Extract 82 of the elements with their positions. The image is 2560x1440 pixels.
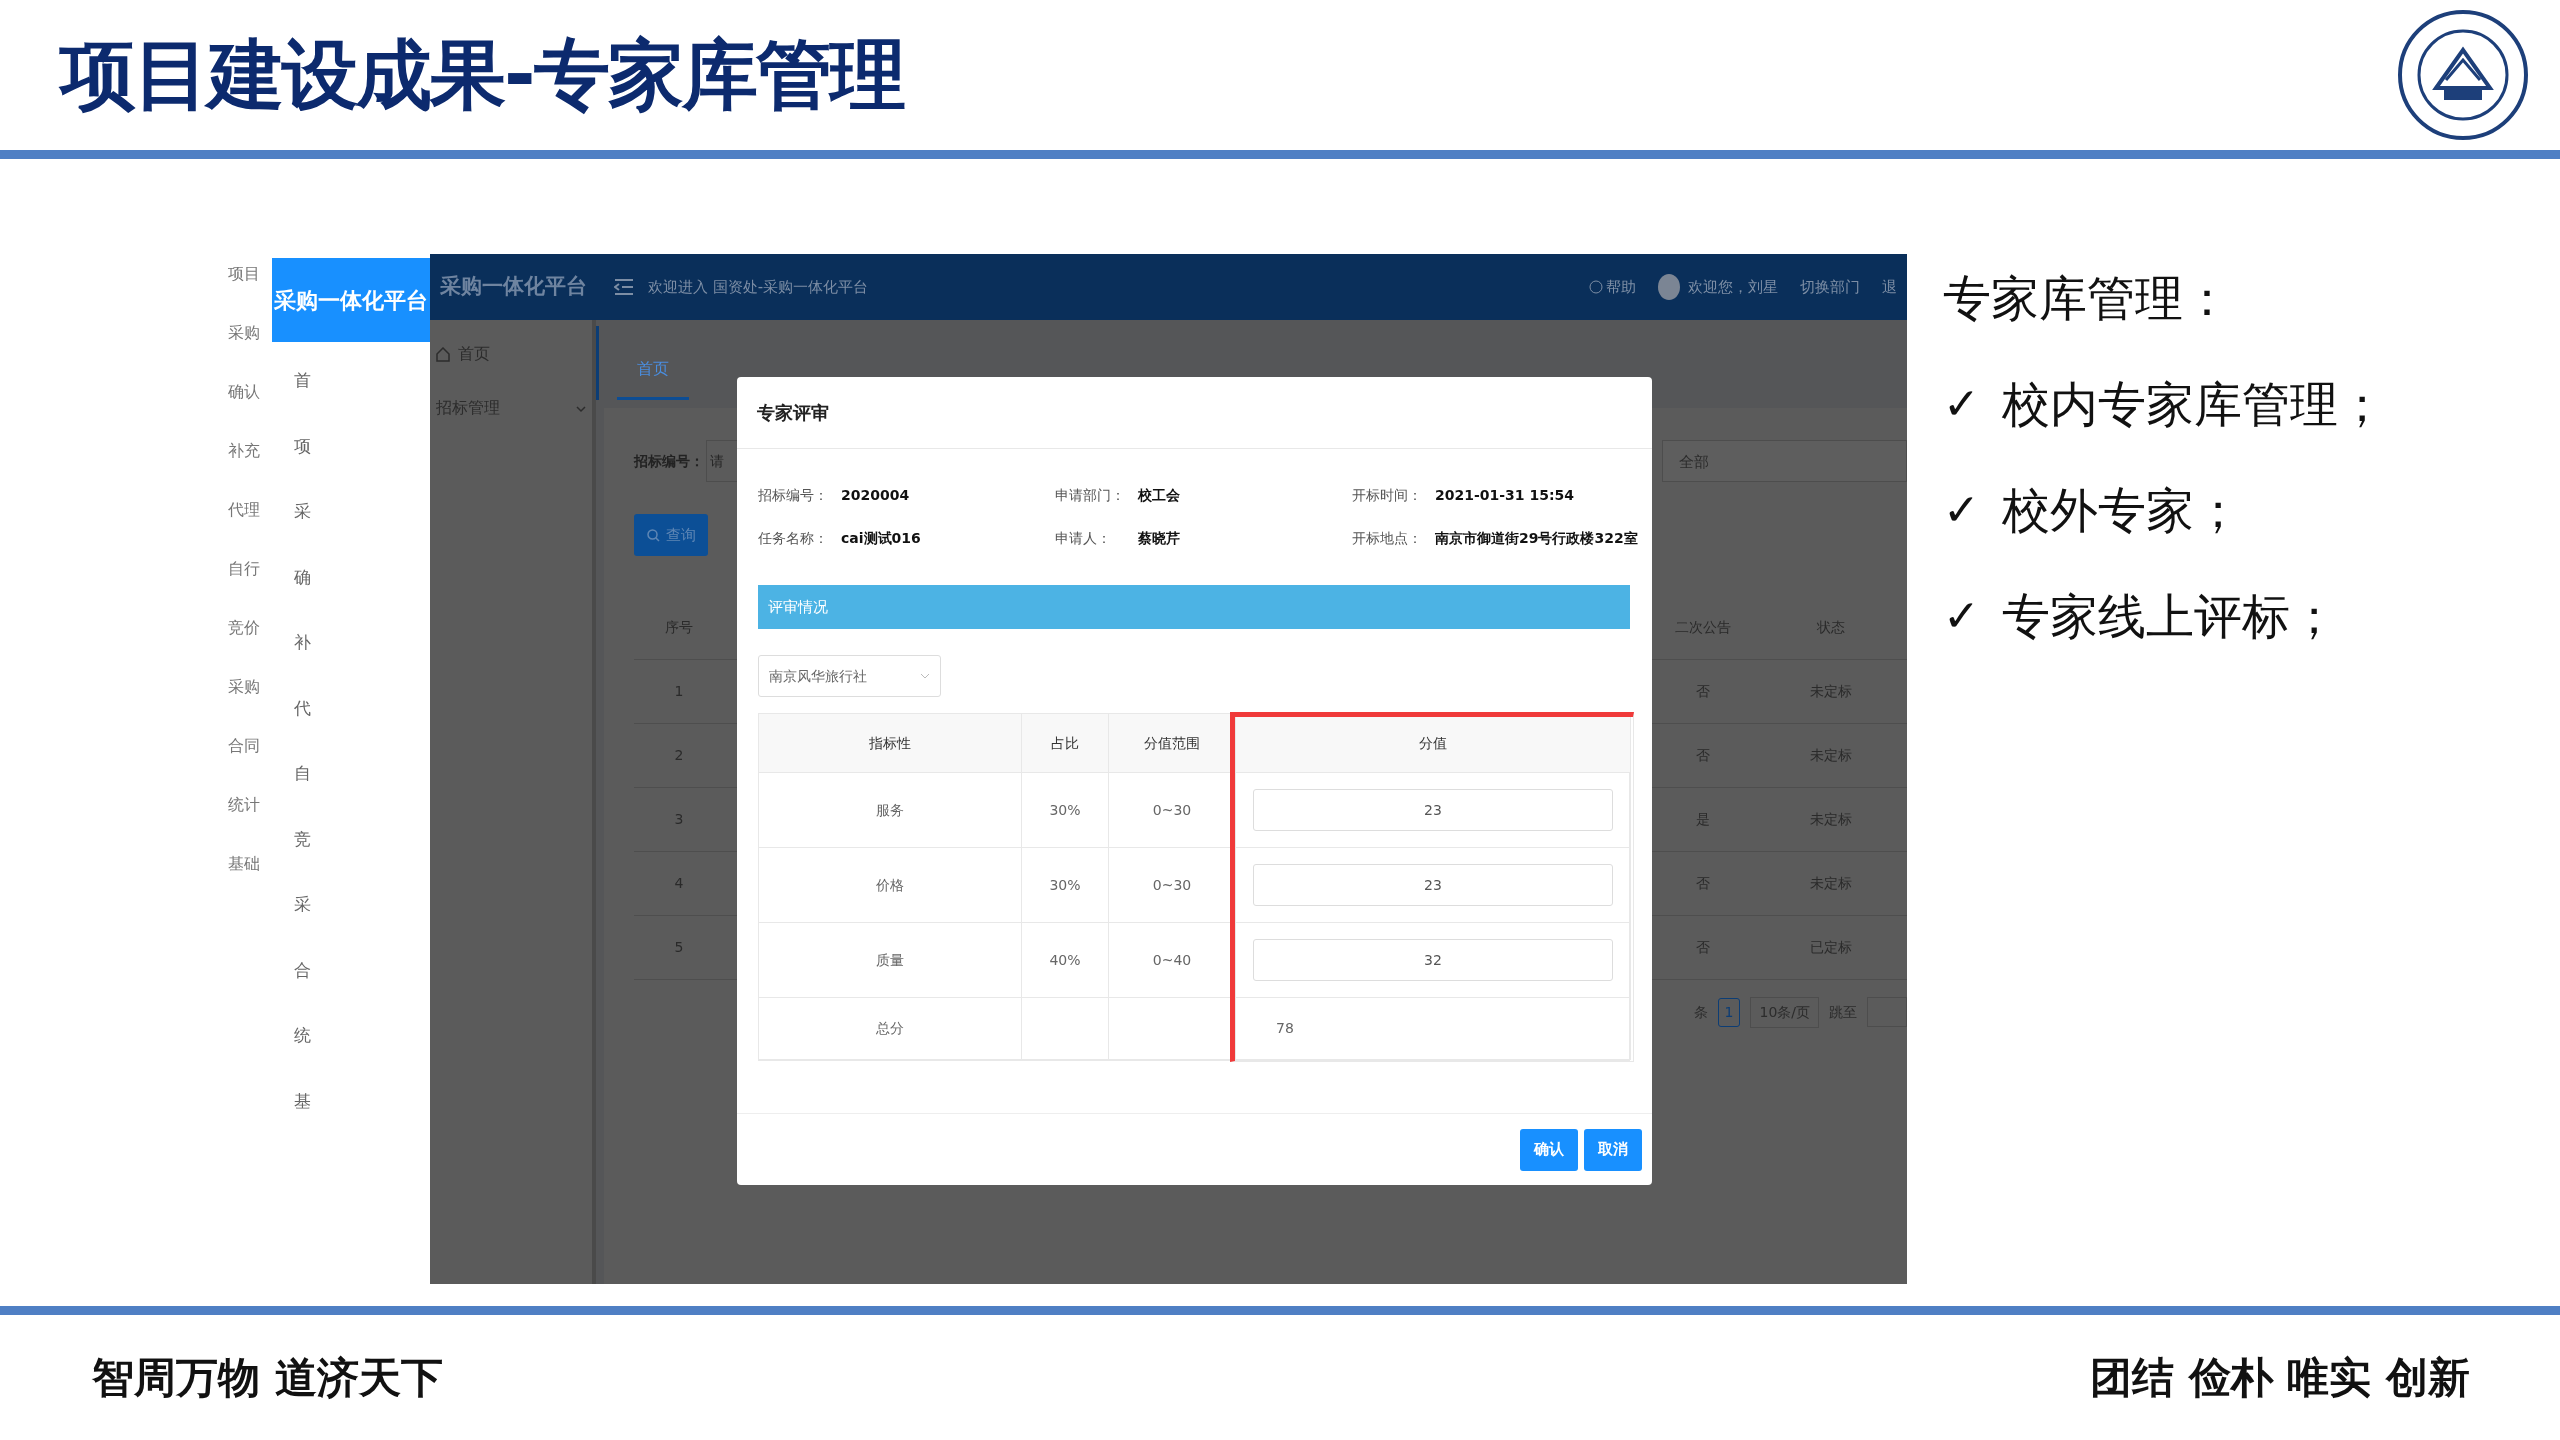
menu-item[interactable]: 首: [294, 368, 430, 394]
menu-item[interactable]: 代理: [228, 498, 272, 522]
welcome-text: 欢迎进入 国资处-采购一体化平台: [648, 276, 869, 298]
menu-item[interactable]: 采: [294, 892, 430, 918]
menu-item[interactable]: 统: [294, 1023, 430, 1049]
field-label: 开标时间：: [1352, 486, 1423, 505]
table-cell: 30%: [1022, 773, 1109, 848]
menu-item[interactable]: 项: [294, 433, 430, 459]
search-icon: [646, 528, 660, 542]
menu-item[interactable]: 采: [294, 499, 430, 525]
column-header: 分值范围: [1109, 714, 1236, 773]
column-header: 占比: [1022, 714, 1109, 773]
score-field[interactable]: 32: [1253, 939, 1613, 981]
bullet-text: 专家线上评标；: [2002, 587, 2338, 646]
jump-field[interactable]: [1867, 997, 1907, 1027]
field-value: 2020004: [841, 486, 911, 505]
check-mark: ✓: [1943, 589, 1980, 643]
check-mark: ✓: [1943, 377, 1980, 431]
bullet-text: 校外专家；: [2002, 481, 2242, 540]
field-label: 开标地点：: [1352, 529, 1423, 548]
score-field[interactable]: 23: [1253, 789, 1613, 831]
dialog-button[interactable]: 确认: [1520, 1128, 1578, 1171]
field-label: 申请人：: [1055, 529, 1112, 548]
menu-item[interactable]: 基: [294, 1088, 430, 1114]
field-value: 校工会: [1138, 486, 1181, 505]
table-cell-text: 78: [1276, 1019, 1294, 1038]
bullet-text: 校内专家库管理；: [2002, 375, 2386, 434]
menu-item[interactable]: 项目: [228, 262, 272, 286]
table-cell: 价格: [759, 848, 1022, 923]
motto: 智周万物 道济天下: [92, 1352, 443, 1404]
field-label: 招标编号：: [758, 486, 829, 505]
chevron-icon: [920, 673, 930, 680]
motto: 团结 俭朴 唯实 创新: [2090, 1352, 2470, 1404]
menu-item[interactable]: 确: [294, 564, 430, 590]
menu-item[interactable]: 自: [294, 761, 430, 787]
table-cell: 质量: [759, 923, 1022, 998]
field-value: 蔡晓芹: [1138, 529, 1181, 548]
menu-item[interactable]: 竞价: [228, 616, 272, 640]
home-icon: [436, 346, 450, 362]
field-label: 任务名称：: [758, 529, 829, 548]
menu-item[interactable]: 自行: [228, 557, 272, 581]
column-header: 指标性: [759, 714, 1022, 773]
section-header: 评审情况: [758, 585, 1630, 629]
logout-link[interactable]: 退: [1882, 275, 1897, 299]
slide-title: 项目建设成果-专家库管理: [60, 29, 904, 121]
menu-item[interactable]: 补: [294, 630, 430, 656]
menu-item[interactable]: 基础: [228, 852, 272, 876]
field-label: 申请部门：: [1055, 486, 1126, 505]
menu-item[interactable]: 统计: [228, 793, 272, 817]
supplier-select[interactable]: 南京风华旅行社: [758, 655, 941, 697]
menu-item[interactable]: 确认: [228, 380, 272, 404]
field-value: cai测试016: [841, 529, 922, 548]
points-heading: 专家库管理：: [1943, 269, 2232, 328]
field-label: 招标编号：: [634, 451, 704, 471]
chevron-icon: [576, 404, 586, 413]
field-value: 南京市御道街29号行政楼322室: [1435, 529, 1639, 548]
menu-item[interactable]: 合: [294, 957, 430, 983]
help-icon: [1589, 279, 1603, 294]
menu-item[interactable]: 采购: [228, 321, 272, 345]
menu-item[interactable]: 竞: [294, 826, 430, 852]
score-field[interactable]: 23: [1253, 864, 1613, 906]
avatar-icon: [1658, 274, 1680, 300]
menu-item[interactable]: 合同: [228, 734, 272, 758]
field-value: 2021-01-31 15:54: [1435, 486, 1575, 505]
dialog-button[interactable]: 取消: [1584, 1128, 1642, 1171]
column-header: 分值: [1236, 714, 1631, 773]
help-link[interactable]: 帮助: [1589, 275, 1636, 299]
app-brand: 采购一体化平台: [272, 258, 430, 342]
menu-item[interactable]: 补充: [228, 439, 272, 463]
menu-item[interactable]: 采购: [228, 675, 272, 699]
dialog-title: 专家评审: [737, 377, 1652, 449]
user-greeting: 欢迎您，刘星: [1688, 276, 1778, 298]
menu-item[interactable]: 代: [294, 695, 430, 721]
check-mark: ✓: [1943, 483, 1980, 537]
table-cell: 40%: [1022, 923, 1109, 998]
table-cell: 30%: [1022, 848, 1109, 923]
menu-icon[interactable]: [614, 278, 634, 296]
table-cell: 总分: [759, 998, 1022, 1060]
table-cell: 服务: [759, 773, 1022, 848]
app-brand: 采购一体化平台: [440, 273, 588, 301]
switch-department-link[interactable]: 切换部门: [1800, 275, 1860, 299]
logo-icon: [2396, 8, 2530, 142]
